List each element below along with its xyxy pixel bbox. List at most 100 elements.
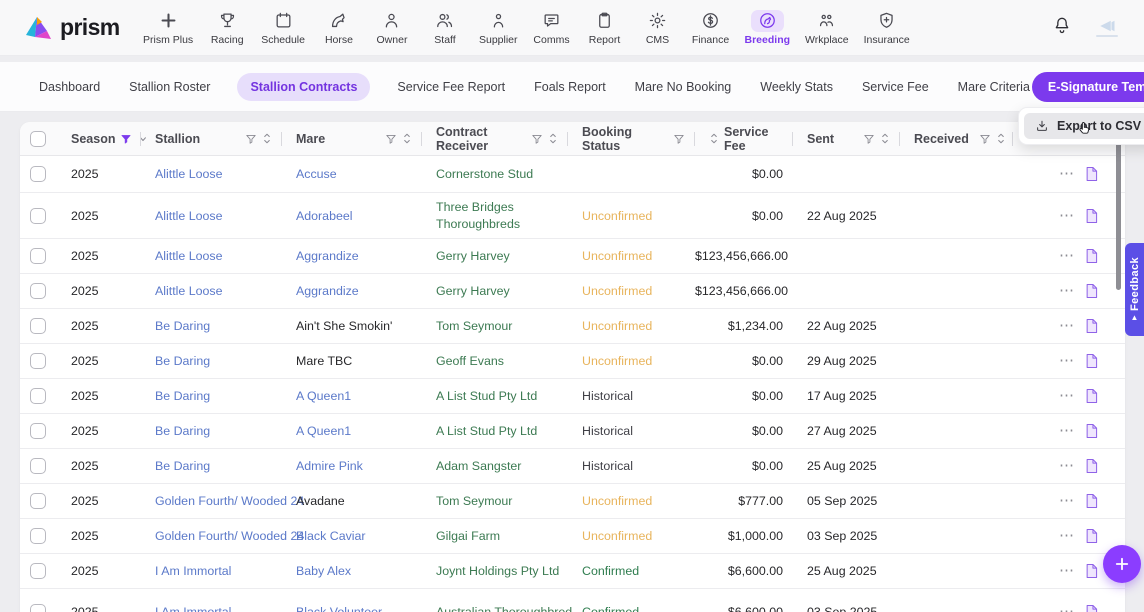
tab-weekly-stats[interactable]: Weekly Stats <box>758 73 835 101</box>
cell-mare-value[interactable]: Aggrandize <box>296 284 359 298</box>
filter-icon[interactable] <box>863 133 875 145</box>
tab-mare-criteria[interactable]: Mare Criteria <box>956 73 1032 101</box>
row-checkbox[interactable] <box>30 248 46 264</box>
row-checkbox[interactable] <box>30 458 46 474</box>
row-checkbox[interactable] <box>30 563 46 579</box>
contract-document-icon[interactable] <box>1084 283 1099 299</box>
whats-new-icon[interactable] <box>1096 19 1118 37</box>
e-signature-templates-button[interactable]: E-Signature Templates <box>1032 72 1144 102</box>
row-more-actions-icon[interactable]: ⋯ <box>1059 211 1075 221</box>
row-more-actions-icon[interactable]: ⋯ <box>1059 496 1075 506</box>
cell-stallion-value[interactable]: Be Daring <box>155 319 210 333</box>
row-more-actions-icon[interactable]: ⋯ <box>1059 461 1075 471</box>
contract-document-icon[interactable] <box>1084 493 1099 509</box>
row-more-actions-icon[interactable]: ⋯ <box>1059 286 1075 296</box>
cell-mare-value[interactable]: Black Volunteer <box>296 605 382 612</box>
cell-stallion-value[interactable]: Be Daring <box>155 459 210 473</box>
row-checkbox[interactable] <box>30 208 46 224</box>
add-contract-fab[interactable] <box>1103 545 1141 583</box>
row-more-actions-icon[interactable]: ⋯ <box>1059 391 1075 401</box>
nav-item-breeding[interactable]: Breeding <box>745 10 791 46</box>
contract-document-icon[interactable] <box>1084 353 1099 369</box>
notifications-bell-icon[interactable] <box>1052 15 1072 40</box>
prism-logo[interactable]: prism <box>25 14 137 41</box>
contract-document-icon[interactable] <box>1084 166 1099 182</box>
select-all-checkbox[interactable] <box>30 131 46 147</box>
tab-mare-no-booking[interactable]: Mare No Booking <box>633 73 734 101</box>
vertical-scrollbar[interactable] <box>1116 142 1121 290</box>
sort-icon[interactable] <box>548 132 558 145</box>
row-checkbox[interactable] <box>30 528 46 544</box>
tab-stallion-roster[interactable]: Stallion Roster <box>127 73 212 101</box>
cell-stallion-value[interactable]: I Am Immortal <box>155 564 231 578</box>
nav-item-report[interactable]: Report <box>586 10 624 46</box>
sort-icon[interactable] <box>880 132 890 145</box>
cell-mare-value[interactable]: Baby Alex <box>296 564 351 578</box>
nav-item-supplier[interactable]: Supplier <box>479 10 518 46</box>
contract-document-icon[interactable] <box>1084 248 1099 264</box>
row-checkbox[interactable] <box>30 604 46 612</box>
nav-item-finance[interactable]: Finance <box>692 10 730 46</box>
cell-stallion-value[interactable]: Alittle Loose <box>155 209 223 223</box>
sort-icon[interactable] <box>996 132 1006 145</box>
cell-mare-value[interactable]: Black Caviar <box>296 529 366 543</box>
cell-stallion-value[interactable]: Alittle Loose <box>155 284 223 298</box>
contract-document-icon[interactable] <box>1084 208 1099 224</box>
sort-icon[interactable] <box>262 132 272 145</box>
nav-item-insurance[interactable]: Insurance <box>864 10 910 46</box>
tab-service-fee[interactable]: Service Fee <box>860 73 931 101</box>
nav-item-cms[interactable]: CMS <box>639 10 677 46</box>
row-checkbox[interactable] <box>30 283 46 299</box>
nav-item-wrkplace[interactable]: Wrkplace <box>805 10 849 46</box>
cell-stallion-value[interactable]: Be Daring <box>155 354 210 368</box>
contract-document-icon[interactable] <box>1084 563 1099 579</box>
contract-document-icon[interactable] <box>1084 604 1099 612</box>
nav-item-prism-plus[interactable]: Prism Plus <box>143 10 193 46</box>
nav-item-horse[interactable]: Horse <box>320 10 358 46</box>
cell-mare-value[interactable]: A Queen1 <box>296 389 351 403</box>
row-more-actions-icon[interactable]: ⋯ <box>1059 321 1075 331</box>
filter-icon[interactable] <box>531 133 543 145</box>
cell-stallion-value[interactable]: Be Daring <box>155 424 210 438</box>
tab-dashboard[interactable]: Dashboard <box>37 73 102 101</box>
cell-mare-value[interactable]: Adorabeel <box>296 209 353 223</box>
nav-item-schedule[interactable]: Schedule <box>261 10 305 46</box>
contract-document-icon[interactable] <box>1084 528 1099 544</box>
row-checkbox[interactable] <box>30 166 46 182</box>
sort-icon[interactable] <box>402 132 412 145</box>
contract-document-icon[interactable] <box>1084 388 1099 404</box>
row-more-actions-icon[interactable]: ⋯ <box>1059 251 1075 261</box>
cell-mare-value[interactable]: Accuse <box>296 167 337 181</box>
cell-stallion-value[interactable]: Be Daring <box>155 389 210 403</box>
tab-foals-report[interactable]: Foals Report <box>532 73 608 101</box>
sort-icon[interactable] <box>709 132 719 145</box>
nav-item-staff[interactable]: Staff <box>426 10 464 46</box>
contract-document-icon[interactable] <box>1084 458 1099 474</box>
row-more-actions-icon[interactable]: ⋯ <box>1059 169 1075 179</box>
contract-document-icon[interactable] <box>1084 318 1099 334</box>
row-checkbox[interactable] <box>30 318 46 334</box>
row-more-actions-icon[interactable]: ⋯ <box>1059 607 1075 612</box>
filter-icon[interactable] <box>120 133 132 145</box>
row-more-actions-icon[interactable]: ⋯ <box>1059 356 1075 366</box>
cell-stallion-value[interactable]: Alittle Loose <box>155 249 223 263</box>
tab-service-fee-report[interactable]: Service Fee Report <box>395 73 507 101</box>
filter-icon[interactable] <box>673 133 685 145</box>
nav-item-comms[interactable]: Comms <box>533 10 571 46</box>
row-checkbox[interactable] <box>30 388 46 404</box>
nav-item-racing[interactable]: Racing <box>208 10 246 46</box>
filter-icon[interactable] <box>245 133 257 145</box>
row-checkbox[interactable] <box>30 423 46 439</box>
tab-stallion-contracts[interactable]: Stallion Contracts <box>237 73 370 101</box>
contract-document-icon[interactable] <box>1084 423 1099 439</box>
row-more-actions-icon[interactable]: ⋯ <box>1059 426 1075 436</box>
cell-stallion-value[interactable]: Alittle Loose <box>155 167 223 181</box>
filter-icon[interactable] <box>979 133 991 145</box>
cell-mare-value[interactable]: Admire Pink <box>296 459 363 473</box>
feedback-button[interactable]: Feedback ▲ <box>1125 243 1144 336</box>
cell-stallion-value[interactable]: I Am Immortal <box>155 605 231 612</box>
row-checkbox[interactable] <box>30 493 46 509</box>
row-checkbox[interactable] <box>30 353 46 369</box>
nav-item-owner[interactable]: Owner <box>373 10 411 46</box>
cell-mare-value[interactable]: A Queen1 <box>296 424 351 438</box>
